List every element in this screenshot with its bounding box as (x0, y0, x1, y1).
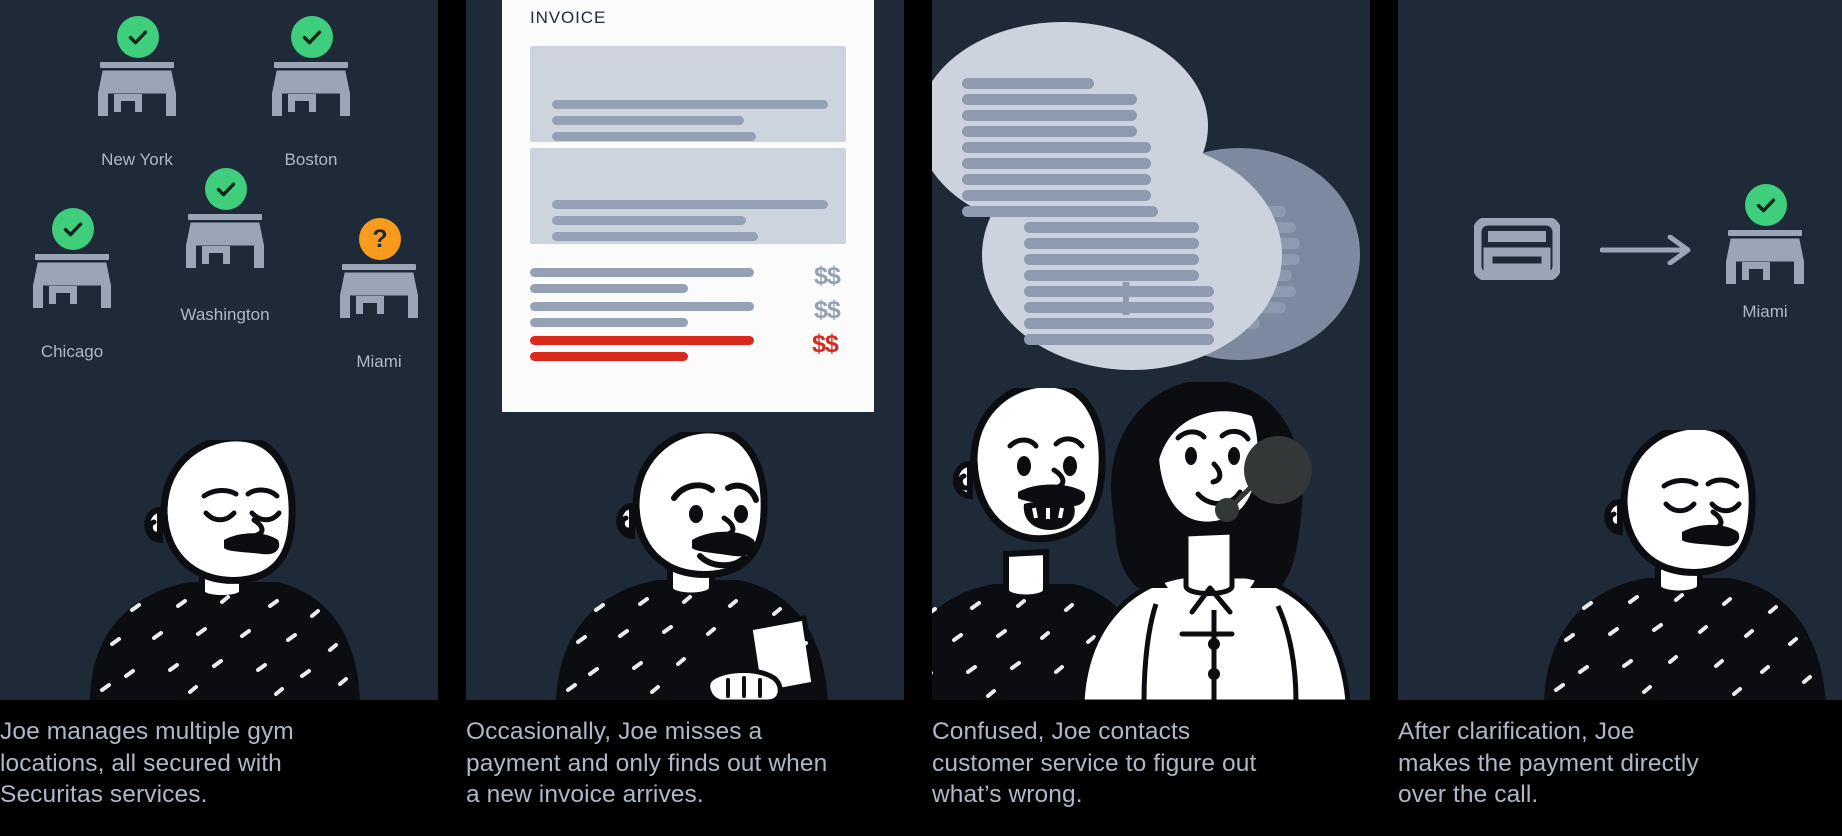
store-icon-miami-panel4 (1726, 184, 1804, 284)
caption-panel-4: After clarification, Joe makes the payme… (1398, 718, 1699, 808)
caption-panel-1: Joe manages multiple gym locations, all … (0, 718, 294, 808)
question-mark-glyph: ? (372, 224, 388, 253)
status-check-icon-new-york (117, 16, 159, 58)
status-question-icon-miami: ? (359, 218, 401, 260)
headset-earpiece (1244, 436, 1312, 504)
invoice-block-2 (530, 148, 846, 244)
store-icon-boston (272, 16, 350, 116)
invoice-amount-1: $$ (814, 262, 841, 290)
store-label-washington: Washington (180, 305, 270, 324)
character-joe-panel1 (90, 440, 360, 700)
character-customer-service-agent (1079, 382, 1351, 700)
panel-4: Miami (1398, 0, 1842, 700)
store-label-boston: Boston (284, 150, 338, 169)
store-label-miami-panel1: Miami (356, 352, 402, 371)
credit-card-icon (1474, 218, 1560, 280)
store-icon-washington (186, 168, 264, 268)
character-joe-panel4 (1544, 430, 1826, 700)
character-joe-panel2 (556, 432, 828, 700)
panel-3-artwork: ! (932, 0, 1370, 700)
storyboard: New York Boston Chicago Washington ? Mia… (0, 0, 1842, 836)
store-icon-new-york (98, 16, 176, 116)
panel-1-artwork: New York Boston Chicago Washington ? Mia… (0, 0, 438, 700)
invoice-block-1 (530, 46, 846, 142)
invoice-title: INVOICE (530, 8, 607, 27)
invoice-document: INVOICE $$ $$ $$ (502, 0, 874, 412)
exclamation-mark-glyph: ! (1118, 273, 1134, 326)
status-check-icon-miami-panel4 (1745, 184, 1787, 226)
panel-3: ! (932, 0, 1370, 700)
panel-2: INVOICE $$ $$ $$ (466, 0, 904, 700)
headset-microphone (1215, 498, 1239, 522)
status-check-icon-washington (205, 168, 247, 210)
invoice-amount-2: $$ (814, 296, 841, 324)
panel-2-artwork: INVOICE $$ $$ $$ (466, 0, 904, 700)
store-icon-chicago (33, 208, 111, 308)
store-label-miami-panel4: Miami (1742, 302, 1788, 321)
panel-4-artwork: Miami (1398, 0, 1842, 700)
status-check-icon-chicago (52, 208, 94, 250)
panel-1: New York Boston Chicago Washington ? Mia… (0, 0, 438, 700)
invoice-amount-3: $$ (812, 330, 839, 358)
arrow-right-icon (1600, 235, 1691, 265)
caption-panel-3: Confused, Joe contacts customer service … (932, 718, 1257, 808)
store-label-chicago: Chicago (40, 342, 104, 361)
caption-panel-2: Occasionally, Joe misses a payment and o… (466, 718, 828, 808)
store-icon-miami-panel1: ? (340, 218, 418, 318)
status-check-icon-boston (291, 16, 333, 58)
store-label-new-york: New York (101, 150, 173, 169)
